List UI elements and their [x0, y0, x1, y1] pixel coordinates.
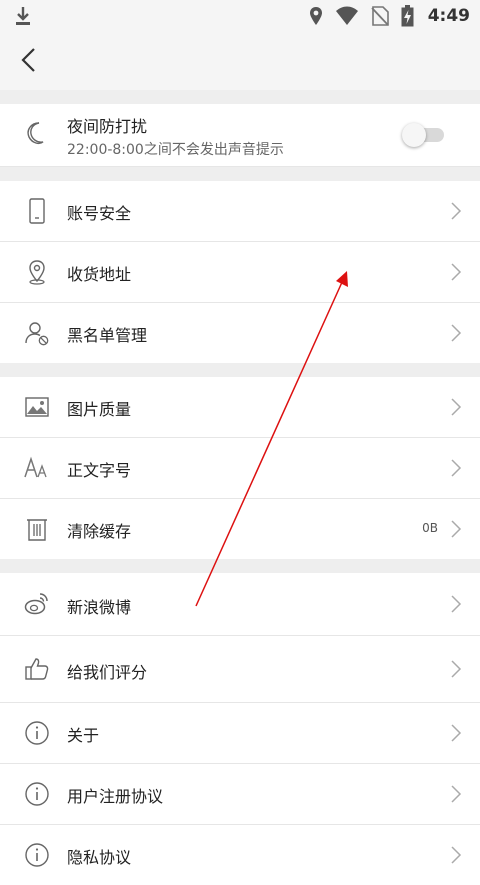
chevron-right-icon: [451, 324, 462, 342]
location-icon: [309, 7, 322, 25]
font-size-icon: [24, 456, 47, 478]
info-icon: [25, 843, 49, 867]
row-label: 用户注册协议: [67, 787, 164, 806]
row-label: 黑名单管理: [67, 326, 148, 345]
night-mode-row: 夜间防打扰 22:00-8:00之间不会发出声音提示: [0, 104, 480, 167]
app-bar: [0, 32, 480, 90]
row-label: 清除缓存: [67, 522, 132, 541]
night-mode-toggle[interactable]: [402, 123, 446, 147]
chevron-right-icon: [451, 660, 462, 678]
row-label: 给我们评分: [67, 663, 148, 682]
weibo-icon: [24, 593, 48, 615]
no-sim-icon: [371, 6, 389, 26]
image-icon: [25, 397, 49, 417]
moon-icon: [27, 122, 44, 145]
battery-charging-icon: [401, 5, 414, 27]
clock: 4:49: [427, 6, 470, 26]
user-agreement-row[interactable]: 用户注册协议: [0, 764, 480, 825]
account-security-row[interactable]: 账号安全: [0, 181, 480, 242]
toggle-knob: [402, 123, 426, 147]
rate-us-row[interactable]: 给我们评分: [0, 636, 480, 703]
row-label: 关于: [67, 726, 100, 745]
about-row[interactable]: 关于: [0, 703, 480, 764]
chevron-right-icon: [451, 263, 462, 281]
row-label: 正文字号: [67, 461, 132, 480]
wifi-icon: [335, 6, 358, 25]
location-pin-icon: [29, 260, 45, 285]
chevron-right-icon: [451, 785, 462, 803]
row-label: 收货地址: [67, 265, 132, 284]
privacy-row[interactable]: 隐私协议: [0, 825, 480, 885]
row-label: 新浪微博: [67, 598, 132, 617]
info-icon: [25, 782, 49, 806]
trash-icon: [27, 519, 47, 541]
weibo-row[interactable]: 新浪微博: [0, 573, 480, 636]
night-mode-title: 夜间防打扰: [67, 117, 148, 136]
clear-cache-row[interactable]: 清除缓存 0B: [0, 499, 480, 559]
chevron-right-icon: [451, 398, 462, 416]
chevron-right-icon: [451, 846, 462, 864]
section-divider: [0, 167, 480, 181]
section-divider: [0, 363, 480, 377]
row-label: 隐私协议: [67, 848, 132, 867]
font-size-row[interactable]: 正文字号: [0, 438, 480, 499]
section-divider: [0, 559, 480, 573]
settings-list: 夜间防打扰 22:00-8:00之间不会发出声音提示 账号安全 收货地址 黑名单…: [0, 90, 480, 885]
user-block-icon: [25, 322, 49, 346]
chevron-right-icon: [451, 520, 462, 538]
row-label: 图片质量: [67, 400, 132, 419]
phone-icon: [29, 198, 45, 224]
info-icon: [25, 721, 49, 745]
thumbs-up-icon: [25, 658, 49, 680]
row-label: 账号安全: [67, 204, 132, 223]
section-divider: [0, 90, 480, 104]
back-arrow-icon[interactable]: [14, 44, 46, 76]
chevron-right-icon: [451, 202, 462, 220]
cache-size-value: 0B: [422, 521, 438, 535]
shipping-address-row[interactable]: 收货地址: [0, 242, 480, 303]
blacklist-row[interactable]: 黑名单管理: [0, 303, 480, 363]
chevron-right-icon: [451, 724, 462, 742]
night-mode-subtitle: 22:00-8:00之间不会发出声音提示: [67, 142, 284, 158]
chevron-right-icon: [451, 459, 462, 477]
image-quality-row[interactable]: 图片质量: [0, 377, 480, 438]
download-icon: [16, 7, 30, 25]
chevron-right-icon: [451, 595, 462, 613]
status-bar: 4:49: [0, 0, 480, 32]
